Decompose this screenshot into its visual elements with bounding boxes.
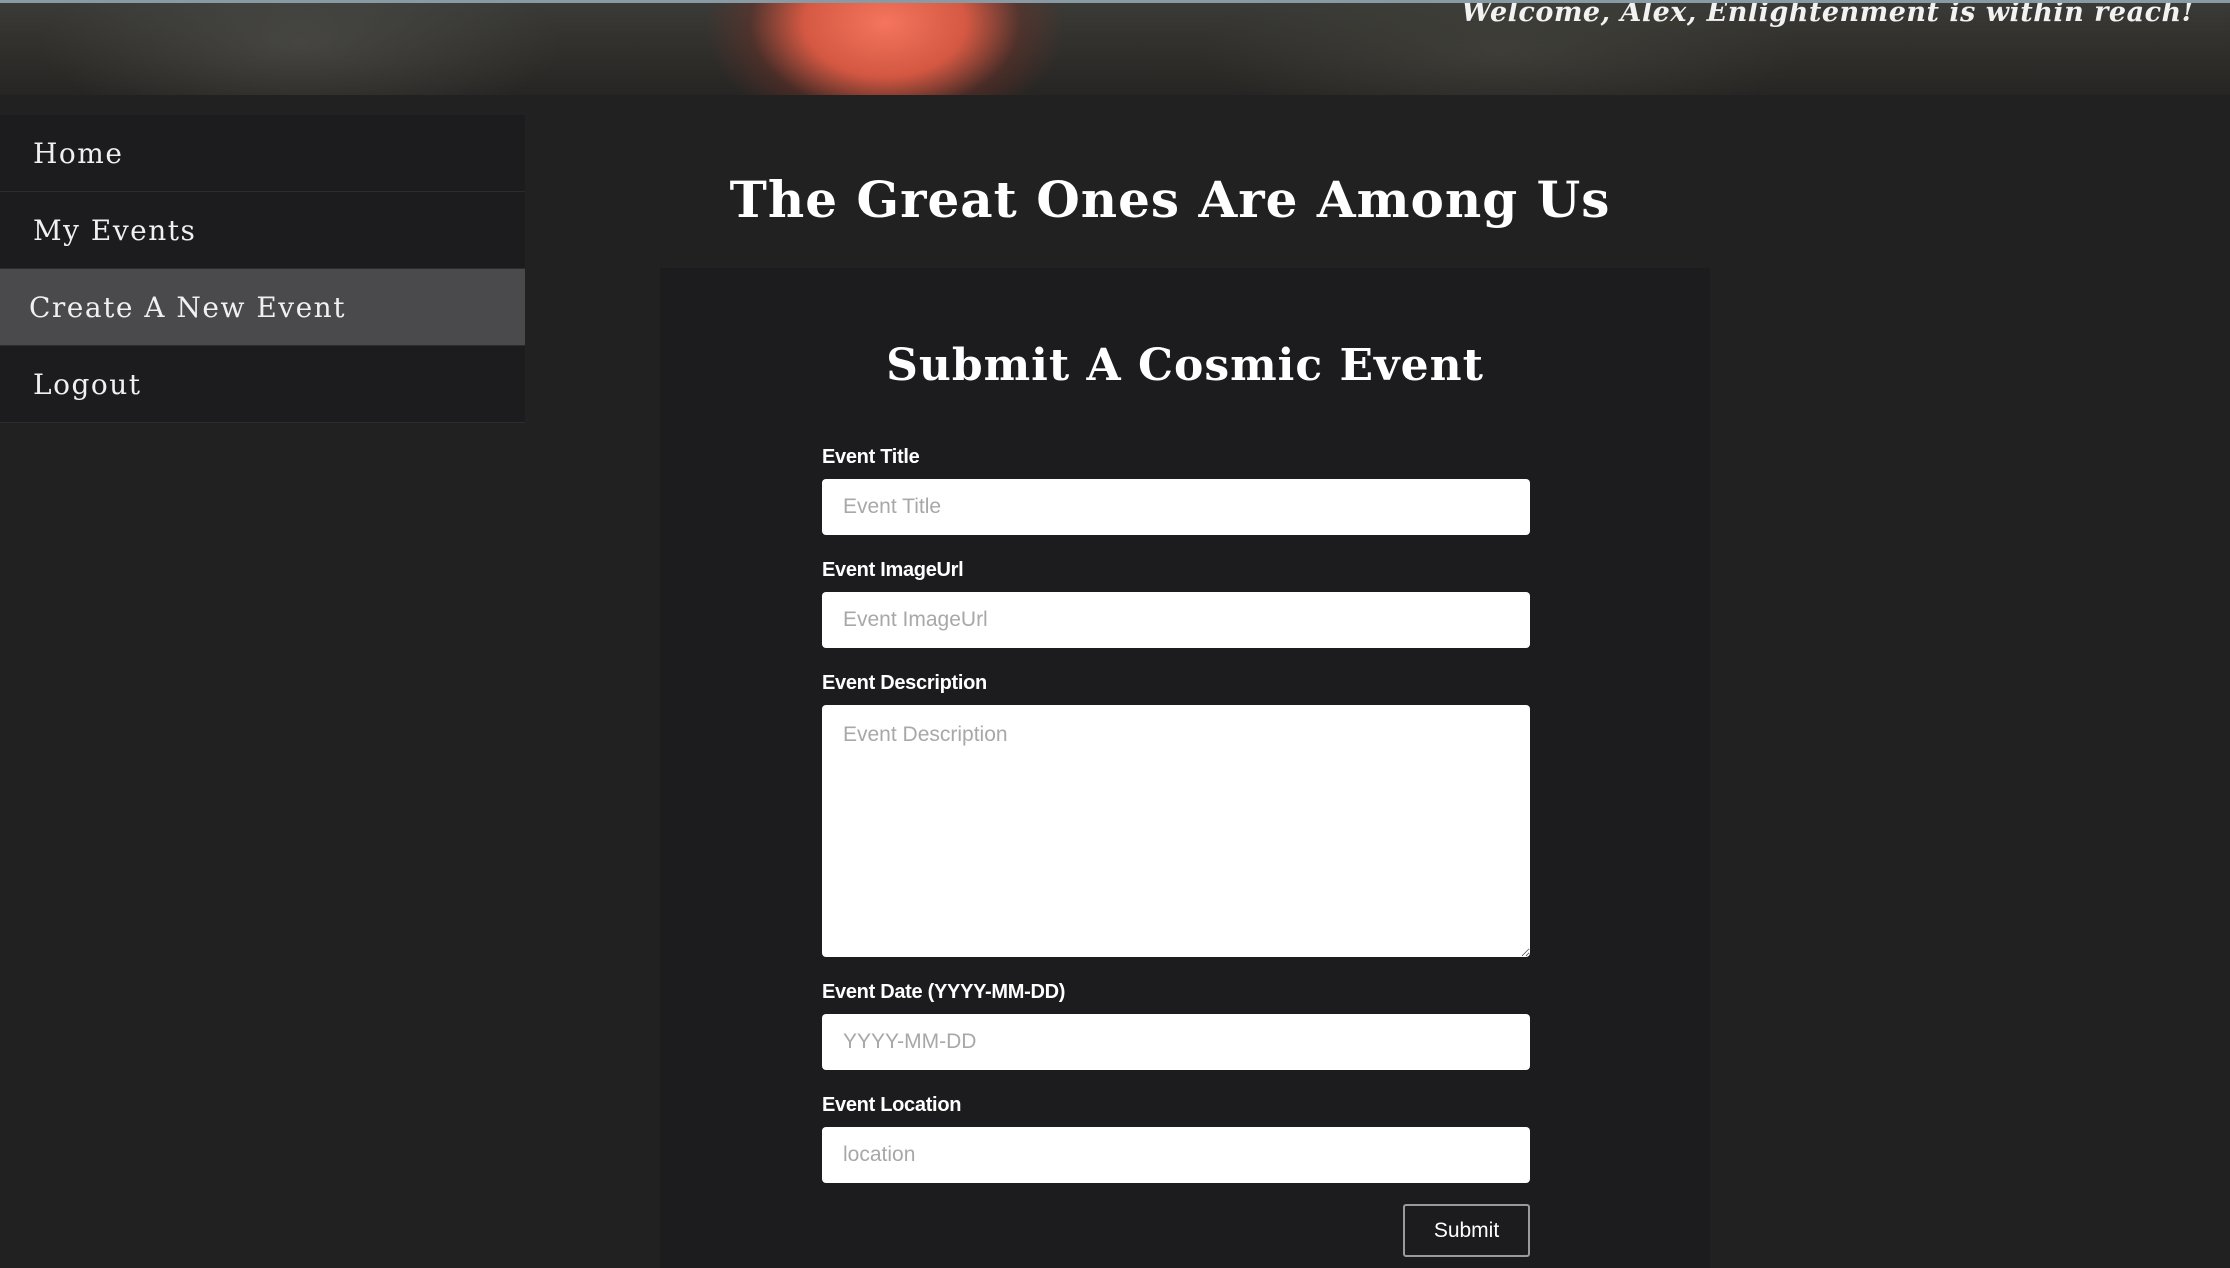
event-title-label: Event Title — [822, 446, 920, 468]
header-banner: Welcome, Alex, Enlightenment is within r… — [0, 0, 2230, 95]
submit-button[interactable]: Submit — [1403, 1204, 1530, 1257]
sidebar-item-label: Create A New Event — [29, 290, 346, 324]
sidebar-nav: Home My Events Create A New Event Logout — [0, 115, 525, 423]
event-image-url-label: Event ImageUrl — [822, 559, 964, 581]
form-title: Submit A Cosmic Event — [886, 340, 1484, 391]
event-date-input[interactable] — [822, 1014, 1530, 1070]
event-form: Submit A Cosmic Event Event Title Event … — [660, 268, 1710, 1268]
event-image-url-input[interactable] — [822, 592, 1530, 648]
sidebar-item-label: Home — [33, 136, 124, 170]
sidebar-item-create-event[interactable]: Create A New Event — [0, 269, 525, 346]
event-date-label: Event Date (YYYY-MM-DD) — [822, 981, 1066, 1003]
welcome-message: Welcome, Alex, Enlightenment is within r… — [1461, 0, 2194, 28]
event-location-input[interactable] — [822, 1127, 1530, 1183]
sidebar-item-logout[interactable]: Logout — [0, 346, 525, 423]
event-description-textarea[interactable] — [822, 705, 1530, 957]
event-title-input[interactable] — [822, 479, 1530, 535]
event-location-label: Event Location — [822, 1094, 962, 1116]
page-title: The Great Ones Are Among Us — [729, 170, 1611, 229]
event-description-label: Event Description — [822, 672, 987, 694]
sidebar-item-label: Logout — [33, 367, 142, 401]
